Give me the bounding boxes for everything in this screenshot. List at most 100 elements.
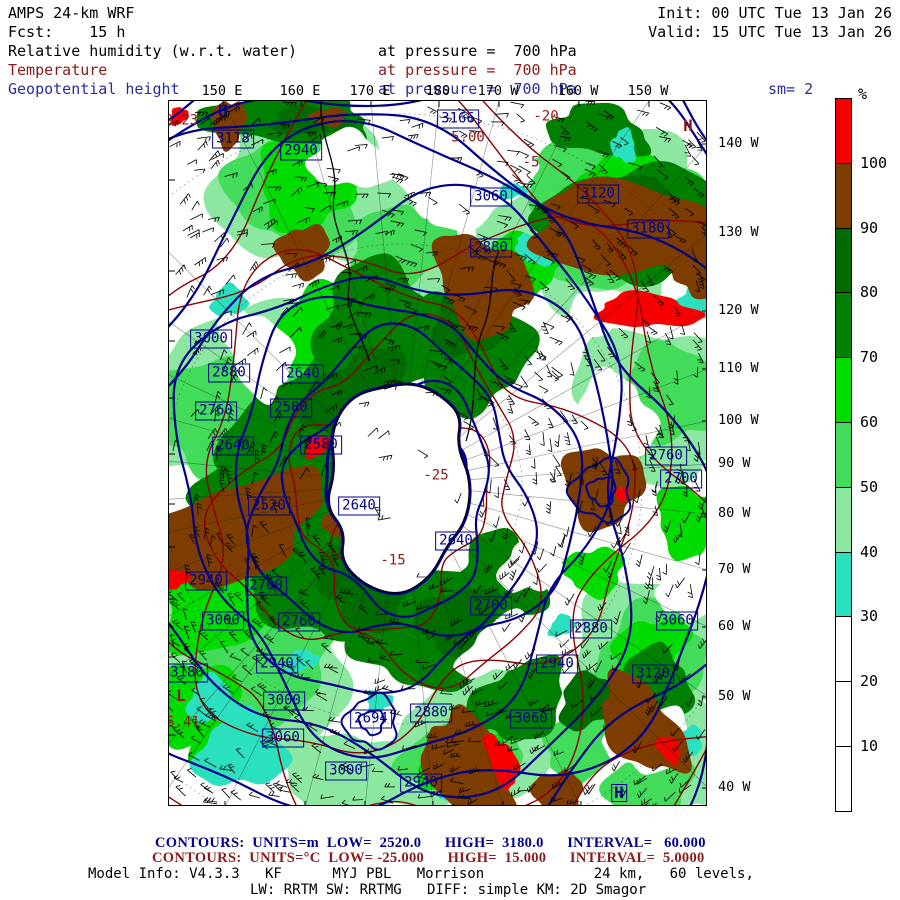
pressure-center-marker: H xyxy=(218,101,228,120)
valid-time: Valid: 15 UTC Tue 13 Jan 26 xyxy=(648,23,892,41)
model-info: Model Info: V4.3.3 KF MYJ PBL Morrison 2… xyxy=(88,866,754,882)
temperature-contour-label: -5 xyxy=(522,154,540,171)
height-contour-label: 2760 xyxy=(278,612,320,632)
height-contour-label: 2520 xyxy=(248,496,290,516)
right-axis-tick-label: 90 W xyxy=(718,455,751,471)
height-contour-label: 3060 xyxy=(470,187,512,207)
temperature-contour-label: -20 xyxy=(533,108,559,125)
height-contour-label: 2760 xyxy=(195,401,237,421)
right-axis-tick-label: 140 W xyxy=(718,135,759,151)
field-label: Relative humidity (w.r.t. water) xyxy=(8,42,297,60)
right-axis-tick-label: 50 W xyxy=(718,688,751,704)
height-contour-label: 2940 xyxy=(536,654,578,674)
colorbar-band xyxy=(835,551,852,618)
temperature-contour-label: 5.00 xyxy=(451,129,485,146)
temperature-contour-label: -25 xyxy=(423,467,449,484)
height-contour-label: 2940 xyxy=(256,654,298,674)
right-axis-tick-label: 80 W xyxy=(718,505,751,521)
right-axis-tick-label: 120 W xyxy=(718,302,759,318)
height-contour-label: 2580 xyxy=(300,435,342,455)
height-contour-label: 3120 xyxy=(632,664,674,684)
field-pressure-label: at pressure = 700 hPa xyxy=(378,61,577,79)
height-contour-label: 3000 xyxy=(190,329,232,349)
colorbar-band xyxy=(835,227,852,294)
init-time: Init: 00 UTC Tue 13 Jan 26 xyxy=(657,4,892,22)
right-axis-tick-label: 40 W xyxy=(718,779,751,795)
height-contour-label: 2940 xyxy=(185,571,227,591)
top-axis-tick-label: 170 E xyxy=(349,83,391,99)
pressure-center-marker: H xyxy=(683,116,693,135)
colorbar-tick-label: 100 xyxy=(860,153,888,172)
height-contour-label: 2640 xyxy=(212,436,254,456)
height-contour-label: 2700 xyxy=(660,469,702,489)
height-contour-label: 2640 xyxy=(338,496,380,516)
height-contour-label: 2940 xyxy=(280,141,322,161)
height-contour-label: 2880 xyxy=(570,619,612,639)
field-label: Temperature xyxy=(8,61,108,79)
top-axis-tick-label: 150 E xyxy=(201,83,243,99)
model-title: AMPS 24-km WRF xyxy=(8,4,135,22)
height-contour-label: 3060 xyxy=(510,709,552,729)
right-axis-tick-label: 130 W xyxy=(718,224,759,240)
field-pressure-label: at pressure = 700 hPa xyxy=(378,42,577,60)
height-contour-label: 3180 xyxy=(627,219,669,239)
height-contour-label: 3120 xyxy=(577,184,619,204)
top-axis-tick-label: 150 W xyxy=(627,83,669,99)
amps-wrf-forecast-page: AMPS 24-km WRF Init: 00 UTC Tue 13 Jan 2… xyxy=(0,0,900,900)
forecast-hour: Fcst: 15 h xyxy=(8,23,126,41)
colorbar-tick-label: 90 xyxy=(860,218,879,237)
right-axis-tick-label: 110 W xyxy=(718,360,759,376)
height-contour-label: 2640 xyxy=(435,531,477,551)
colorbar-unit: % xyxy=(858,85,868,103)
top-axis-tick-label: 170 W xyxy=(477,83,519,99)
colorbar-band xyxy=(835,357,852,423)
colorbar-tick-label: 70 xyxy=(860,348,879,367)
colorbar-tick-label: 10 xyxy=(860,737,879,755)
height-contour-label: 3060 xyxy=(656,611,698,631)
right-axis-tick-label: 70 W xyxy=(718,561,751,577)
temperature-contour-label: 18.23 xyxy=(169,112,199,129)
height-contour-label: 2760 xyxy=(645,446,687,466)
colorbar-tick-label: 30 xyxy=(860,607,879,626)
field-label: Geopotential height xyxy=(8,80,180,98)
colorbar-tick-label: 60 xyxy=(860,413,879,431)
colorbar-tick-label: 40 xyxy=(860,542,879,561)
smoothing-label: sm= 2 xyxy=(768,80,814,98)
height-contour-label: 3060 xyxy=(262,728,304,748)
pressure-center-marker: L xyxy=(176,686,186,705)
temperature-contour-label: -15 xyxy=(380,552,406,569)
height-contour-label: 2880 xyxy=(470,238,512,258)
colorbar-band xyxy=(835,162,852,229)
height-contour-label: 3000 xyxy=(202,611,244,631)
height-contour-label: 3118 xyxy=(212,129,254,149)
height-contour-label: 3000 xyxy=(325,761,367,781)
height-contour-label: 2580 xyxy=(270,398,312,418)
colorbar-band xyxy=(835,746,852,812)
height-contour-label: 3000 xyxy=(263,691,305,711)
top-axis-tick-label: 160 W xyxy=(557,83,599,99)
map-panel: 3166 3118 3060 3120 3180 2880 2940 3000 2880 2640… xyxy=(168,100,707,806)
top-axis-tick-label: 160 E xyxy=(279,83,321,99)
height-contour-label: 2700 xyxy=(245,576,287,596)
model-physics: LW: RRTM SW: RRTMG DIFF: simple KM: 2D S… xyxy=(250,882,647,898)
height-contour-label: 2940 xyxy=(400,773,442,793)
right-axis-tick-label: 100 W xyxy=(718,412,759,428)
contour-info-temp: CONTOURS: UNITS=°C LOW= -25.000 HIGH= 15… xyxy=(152,850,705,866)
colorbar-band xyxy=(835,681,852,747)
colorbar-band xyxy=(835,98,852,164)
height-contour-label: 2640 xyxy=(282,364,324,384)
pressure-center-marker: H xyxy=(611,784,627,802)
right-axis-tick-label: 60 W xyxy=(718,618,751,634)
colorbar-band xyxy=(835,616,852,683)
height-contour-label: 2700 xyxy=(470,596,512,616)
temperature-contour-label: 5.41 xyxy=(168,714,200,731)
height-contour-label: 2694 xyxy=(350,709,392,729)
colorbar-tick-label: 80 xyxy=(860,283,879,302)
height-contour-label: 3180 xyxy=(169,663,208,683)
colorbar-tick-label: 20 xyxy=(860,672,879,691)
height-contour-label: 2880 xyxy=(208,363,250,383)
colorbar-band xyxy=(835,292,852,359)
height-contour-label: 2880 xyxy=(410,703,452,723)
height-contour-label: 3166 xyxy=(437,109,479,129)
colorbar-band xyxy=(835,422,852,488)
